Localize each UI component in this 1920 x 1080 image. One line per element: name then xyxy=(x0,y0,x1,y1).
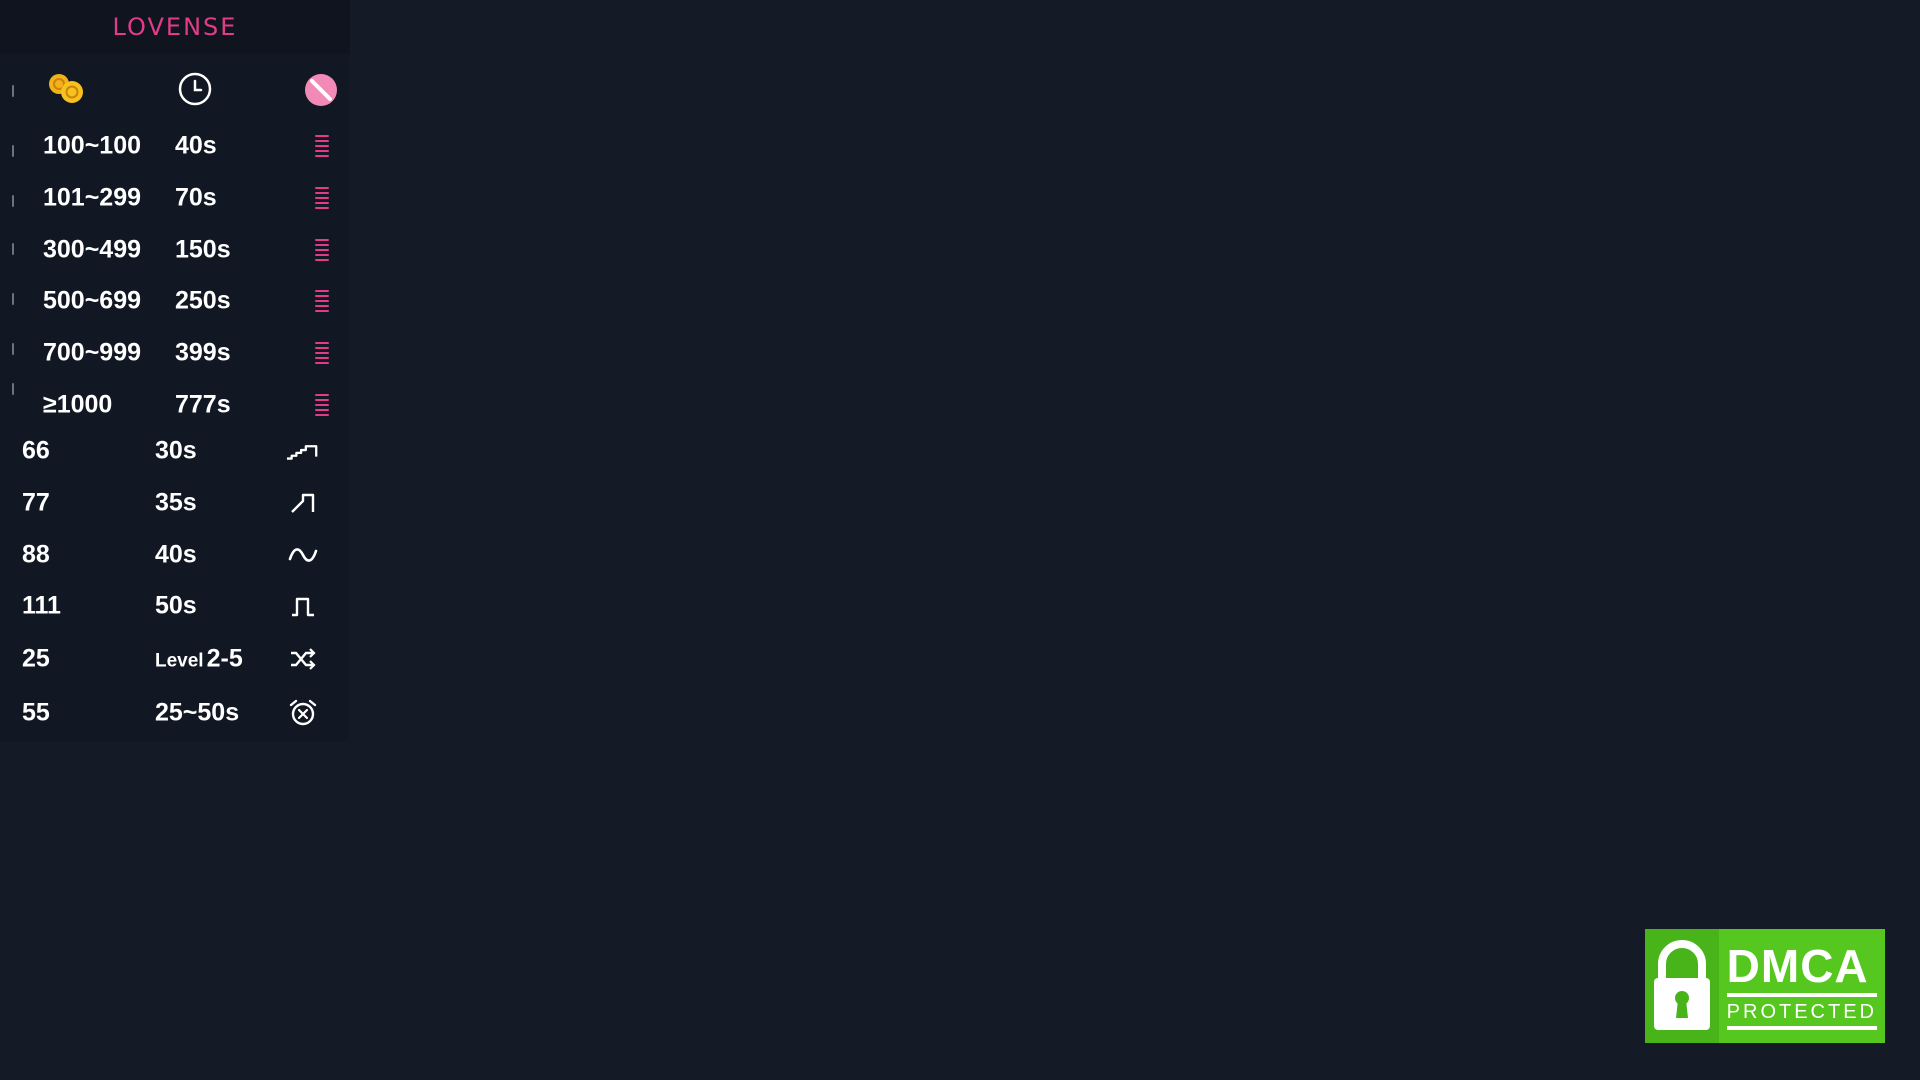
dmca-subtitle: PROTECTED xyxy=(1726,997,1877,1030)
tier-row: 700~999 399s xyxy=(0,332,350,374)
special-tokens: 66 xyxy=(22,436,50,465)
special-row: 77 35s xyxy=(0,482,350,524)
special-level: Level 2-5 xyxy=(155,645,243,674)
dmca-text: DMCA PROTECTED xyxy=(1719,929,1885,1043)
shuffle-icon xyxy=(286,645,320,673)
special-tokens: 25 xyxy=(22,644,50,673)
tier-row: 500~699 250s xyxy=(0,280,350,322)
special-duration: 30s xyxy=(155,436,197,465)
menu-lines-icon xyxy=(305,339,339,367)
tip-menu-panel: LOVENSE 100~100 40s 101~299 70s 300~499 … xyxy=(0,0,350,742)
alarm-clock-icon xyxy=(286,699,320,727)
tier-duration: 40s xyxy=(175,131,217,160)
special-duration: 2-5 xyxy=(206,644,243,673)
menu-lines-icon xyxy=(305,184,339,212)
ramp-pattern-icon xyxy=(286,489,320,517)
tier-duration: 777s xyxy=(175,390,231,419)
menu-lines-icon xyxy=(305,132,339,160)
special-duration: 50s xyxy=(155,591,197,620)
wave-pattern-icon xyxy=(286,541,320,569)
tier-duration: 399s xyxy=(175,338,231,367)
special-tokens: 77 xyxy=(22,488,50,517)
special-tokens: 111 xyxy=(22,591,61,620)
tier-range: ≥1000 xyxy=(43,390,113,419)
special-row: 111 50s xyxy=(0,585,350,627)
tier-duration: 250s xyxy=(175,286,231,315)
pulse-pattern-icon xyxy=(286,592,320,620)
special-row: 66 30s xyxy=(0,430,350,472)
special-duration: 25~50s xyxy=(155,698,240,727)
special-row: 55 25~50s xyxy=(0,692,350,734)
level-label: Level xyxy=(155,650,204,672)
dmca-badge[interactable]: DMCA PROTECTED xyxy=(1645,929,1885,1043)
special-tokens: 88 xyxy=(22,540,50,569)
staircase-pattern-icon xyxy=(286,437,320,465)
clock-icon xyxy=(177,71,213,112)
tier-row: ≥1000 777s xyxy=(0,384,350,426)
special-duration: 35s xyxy=(155,488,197,517)
tier-duration: 150s xyxy=(175,235,231,264)
tier-row: 100~100 40s xyxy=(0,125,350,167)
logo-bar: LOVENSE xyxy=(0,0,350,54)
menu-lines-icon xyxy=(305,391,339,419)
tier-range: 500~699 xyxy=(43,286,142,315)
tier-range: 300~499 xyxy=(43,235,142,264)
tier-duration: 70s xyxy=(175,183,217,212)
lovense-logo: LOVENSE xyxy=(112,13,238,41)
special-tokens: 55 xyxy=(22,698,50,727)
dmca-title: DMCA xyxy=(1726,943,1877,997)
tier-range: 101~299 xyxy=(43,183,142,212)
tier-range: 700~999 xyxy=(43,338,142,367)
tier-row: 300~499 150s xyxy=(0,229,350,271)
header-row xyxy=(0,64,350,114)
tier-row: 101~299 70s xyxy=(0,177,350,219)
menu-lines-icon xyxy=(305,287,339,315)
no-entry-icon[interactable] xyxy=(303,72,339,113)
special-row: 25 Level 2-5 xyxy=(0,638,350,680)
special-row: 88 40s xyxy=(0,534,350,576)
menu-lines-icon xyxy=(305,236,339,264)
tier-range: 100~100 xyxy=(43,131,142,160)
coins-icon xyxy=(45,71,89,112)
special-duration: 40s xyxy=(155,540,197,569)
padlock-icon xyxy=(1645,929,1719,1043)
